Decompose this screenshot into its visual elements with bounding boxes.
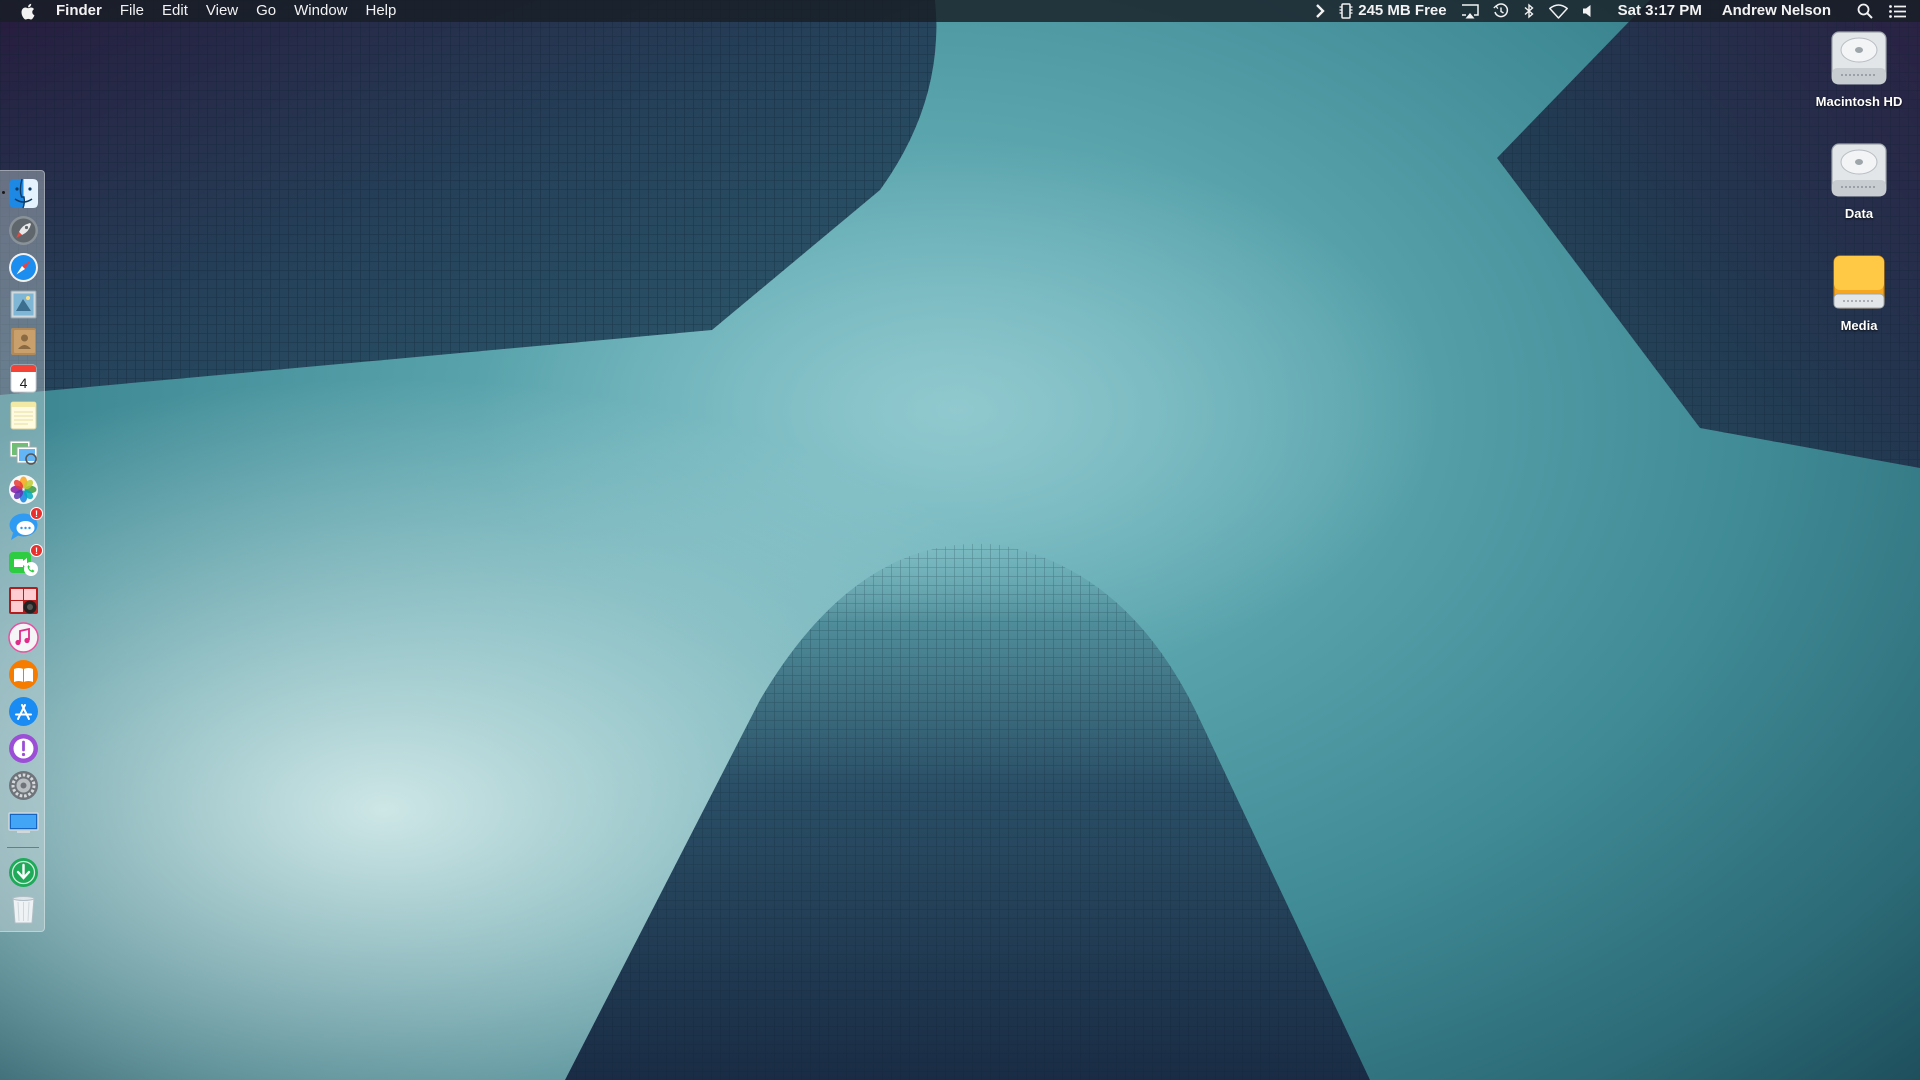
wifi-icon[interactable] <box>1548 0 1568 22</box>
menu-edit[interactable]: Edit <box>162 0 188 22</box>
menu-help[interactable]: Help <box>366 0 397 22</box>
dock-contacts[interactable] <box>8 326 39 357</box>
trash-icon <box>12 896 35 924</box>
hard-drive-icon <box>1831 31 1887 85</box>
dock-mail[interactable] <box>8 289 39 320</box>
dock-divider <box>7 847 39 848</box>
spotlight-search-icon[interactable] <box>1857 0 1873 22</box>
launchpad-rocket-icon <box>9 216 38 245</box>
chevron-right-icon[interactable] <box>1315 0 1325 22</box>
download-arrow-icon <box>9 858 38 887</box>
photo-booth-icon <box>9 587 38 614</box>
dock-messages[interactable]: ! <box>8 507 43 542</box>
preview-photos-icon <box>9 440 38 465</box>
airplay-icon[interactable] <box>1461 0 1479 22</box>
memory-free-text: 245 MB Free <box>1358 2 1447 19</box>
hard-drive-icon <box>1831 143 1887 197</box>
messages-badge: ! <box>30 507 43 520</box>
book-icon <box>9 660 38 689</box>
menu-go[interactable]: Go <box>256 0 276 22</box>
app-store-icon <box>9 697 38 726</box>
menu-view[interactable]: View <box>206 0 238 22</box>
dock-ibooks[interactable] <box>8 659 39 690</box>
apple-menu-icon[interactable] <box>20 2 36 20</box>
dock-safari[interactable] <box>8 252 39 283</box>
calendar-date: 4 <box>20 375 28 391</box>
bluetooth-icon[interactable] <box>1523 0 1535 22</box>
dock-desktop-folder[interactable] <box>8 807 39 838</box>
external-drive-icon <box>1833 255 1885 309</box>
memory-status[interactable]: 245 MB Free <box>1339 0 1447 22</box>
notification-center-icon[interactable] <box>1889 0 1906 22</box>
desktop-icon-data[interactable]: Data <box>1804 140 1914 221</box>
wallpaper <box>0 0 1920 1080</box>
dock-notes[interactable] <box>8 400 39 431</box>
dock: 4 ! ! <box>0 170 45 932</box>
user-menu[interactable]: Andrew Nelson <box>1722 0 1831 22</box>
dock-itunes[interactable] <box>8 622 39 653</box>
desktop-icon-macintosh-hd[interactable]: Macintosh HD <box>1804 28 1914 109</box>
menu-bar: Finder File Edit View Go Window Help 245… <box>0 0 1920 22</box>
dock-downloads[interactable] <box>8 857 39 888</box>
exclamation-icon <box>9 734 38 763</box>
notes-pad-icon <box>10 401 37 430</box>
mail-stamp-icon <box>10 290 37 319</box>
desktop-icon-label: Data <box>1844 206 1874 221</box>
menu-window[interactable]: Window <box>294 0 347 22</box>
desktop-icon-media[interactable]: Media <box>1804 252 1914 333</box>
display-icon <box>8 812 39 833</box>
facetime-badge: ! <box>30 544 43 557</box>
dock-system-preferences[interactable] <box>8 770 39 801</box>
dock-trash[interactable] <box>8 894 39 925</box>
dock-calendar[interactable]: 4 <box>8 363 39 394</box>
desktop-icon-label: Macintosh HD <box>1815 94 1903 109</box>
user-name-text: Andrew Nelson <box>1721 2 1831 19</box>
dock-facetime[interactable]: ! <box>8 544 43 579</box>
dock-finder[interactable] <box>8 178 39 209</box>
dock-feedback-assistant[interactable] <box>8 733 39 764</box>
contacts-book-icon <box>11 328 36 355</box>
finder-running-indicator <box>2 191 5 194</box>
clock-text: Sat 3:17 PM <box>1617 2 1702 19</box>
calendar-icon: 4 <box>10 364 37 393</box>
gear-icon <box>9 771 38 800</box>
dock-launchpad[interactable] <box>8 215 39 246</box>
menu-file[interactable]: File <box>120 0 144 22</box>
desktop: Finder File Edit View Go Window Help 245… <box>0 0 1920 1080</box>
dock-photos[interactable] <box>8 474 39 505</box>
photos-flower-icon <box>9 475 38 504</box>
finder-icon <box>9 178 38 209</box>
memory-chip-icon <box>1339 3 1353 19</box>
volume-icon[interactable] <box>1582 0 1596 22</box>
time-machine-icon[interactable] <box>1492 0 1509 22</box>
safari-compass-icon <box>9 253 38 282</box>
dock-preview[interactable] <box>8 437 39 468</box>
dock-app-store[interactable] <box>8 696 39 727</box>
music-note-icon <box>8 622 39 653</box>
desktop-icon-label: Media <box>1840 318 1878 333</box>
menu-app-finder[interactable]: Finder <box>56 0 102 22</box>
clock[interactable]: Sat 3:17 PM <box>1618 0 1702 22</box>
dock-photo-booth[interactable] <box>8 585 39 616</box>
